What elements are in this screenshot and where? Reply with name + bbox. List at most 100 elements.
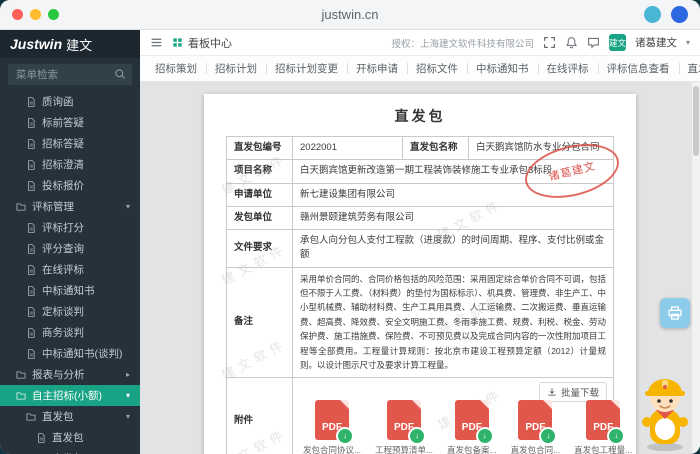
field-value: 承包人向分包人支付工程款（进度款）的时间周期、程序、支付比例或金额 bbox=[293, 230, 614, 268]
pdf-file-icon: PDF↓ bbox=[586, 400, 620, 440]
chevron-down-icon: ▾ bbox=[126, 391, 130, 400]
sidebar-item[interactable]: 评标打分 bbox=[0, 217, 140, 238]
avatar[interactable]: 建文 bbox=[609, 34, 626, 51]
field-value: 白天鹅宾馆更新改造第一期工程装饰装修施工专业承包3标段 bbox=[293, 160, 614, 183]
field-label: 申请单位 bbox=[227, 183, 293, 206]
printer-icon bbox=[667, 305, 683, 321]
download-badge-icon[interactable]: ↓ bbox=[539, 427, 557, 445]
field-label: 备注 bbox=[227, 267, 293, 377]
tab[interactable]: 评标信息查看 bbox=[598, 56, 679, 81]
sidebar-item[interactable]: 评分查询 bbox=[0, 238, 140, 259]
attachment-item[interactable]: PDF↓ 工程预算清单... bbox=[375, 400, 433, 454]
download-badge-icon[interactable]: ↓ bbox=[408, 427, 426, 445]
sidebar-item[interactable]: 投标报价 bbox=[0, 175, 140, 196]
tab[interactable]: 招标计划 bbox=[206, 56, 266, 81]
scrollbar-thumb[interactable] bbox=[693, 86, 699, 156]
menu-search bbox=[8, 64, 132, 85]
field-value: 2022001 bbox=[293, 137, 403, 160]
sidebar-item-label: 招标澄清 bbox=[42, 157, 84, 172]
tab[interactable]: 中标通知书 bbox=[467, 56, 538, 81]
bell-icon[interactable] bbox=[565, 36, 578, 49]
sidebar-item[interactable]: 招标答疑 bbox=[0, 133, 140, 154]
sidebar-item[interactable]: 标前答疑 bbox=[0, 112, 140, 133]
sidebar-group[interactable]: 报表与分析▸ bbox=[0, 364, 140, 385]
sidebar-item-label: 报表与分析 bbox=[32, 367, 85, 382]
attachment-item[interactable]: PDF↓ 直发包备案... bbox=[447, 400, 497, 454]
pdf-file-icon: PDF↓ bbox=[315, 400, 349, 440]
open-tabs-bar: 招标策划 招标计划 招标计划变更 开标申请 招标文件 中标通知书 在线评标 评标… bbox=[140, 56, 700, 82]
sidebar-menu: 质询函 标前答疑 招标答疑 招标澄清 投标报价 评标管理▾ 评标打分 评分查询 … bbox=[0, 91, 140, 454]
sidebar-item-label: 评标打分 bbox=[42, 220, 84, 235]
sidebar-item[interactable]: 招标澄清 bbox=[0, 154, 140, 175]
tab-label: 评标信息查看 bbox=[607, 61, 670, 76]
folder-icon bbox=[26, 412, 36, 422]
close-button[interactable] bbox=[12, 9, 23, 20]
sidebar-item-label: 质询函 bbox=[42, 94, 74, 109]
construction-worker-mascot-icon bbox=[634, 360, 696, 452]
field-label: 直发包编号 bbox=[227, 137, 293, 160]
sidebar-item-label: 中标通知书(谈判) bbox=[42, 346, 123, 361]
sidebar-item-label: 直发包 bbox=[42, 409, 74, 424]
sidebar-item-label: 评标管理 bbox=[32, 199, 74, 214]
dashboard-grid-icon bbox=[172, 37, 183, 48]
doc-icon bbox=[36, 433, 46, 443]
tab-label: 招标策划 bbox=[155, 61, 197, 76]
sidebar-group[interactable]: 评标管理▾ bbox=[0, 196, 140, 217]
browser-extension-icon[interactable] bbox=[644, 6, 661, 23]
table-row: 附件 批量下载 PDF↓ 发包合同协议... bbox=[227, 377, 614, 454]
fullscreen-icon[interactable] bbox=[543, 36, 556, 49]
chevron-down-icon[interactable]: ▾ bbox=[686, 38, 690, 47]
app-logo: Justwin 建文 bbox=[0, 30, 140, 58]
attachment-item[interactable]: PDF↓ 直发包合同... bbox=[511, 400, 561, 454]
zoom-button[interactable] bbox=[48, 9, 59, 20]
field-value: 赣州景颐建筑劳务有限公司 bbox=[293, 206, 614, 229]
tab-label: 招标计划 bbox=[215, 61, 257, 76]
sidebar-group-active[interactable]: 自主招标(小额)▾ bbox=[0, 385, 140, 406]
sidebar-item[interactable]: 定标谈判 bbox=[0, 301, 140, 322]
attachment-item[interactable]: PDF↓ 直发包工程量... bbox=[574, 400, 632, 454]
sidebar-item[interactable]: 直发包 bbox=[0, 448, 140, 454]
sidebar-item[interactable]: 质询函 bbox=[0, 91, 140, 112]
sidebar-item[interactable]: 直发包 bbox=[0, 427, 140, 448]
chat-icon[interactable] bbox=[587, 36, 600, 49]
board-center-tab[interactable]: 看板中心 bbox=[172, 35, 232, 51]
browser-extension-icon[interactable] bbox=[671, 6, 688, 23]
download-badge-icon[interactable]: ↓ bbox=[336, 427, 354, 445]
app-header: 看板中心 授权：上海建文软件科技有限公司 建文 诸葛建文 ▾ bbox=[140, 30, 700, 56]
attachment-label: 直发包备案... bbox=[447, 444, 497, 454]
table-row: 申请单位 新七建设集团有限公司 bbox=[227, 183, 614, 206]
batch-download-button[interactable]: 批量下载 bbox=[539, 382, 607, 402]
sidebar-item-label: 直发包 bbox=[52, 430, 84, 445]
tab[interactable]: 招标计划变更 bbox=[266, 56, 347, 81]
field-label: 项目名称 bbox=[227, 160, 293, 183]
sidebar: Justwin 建文 质询函 标前答疑 招标答疑 招标澄清 投标报价 评标管理▾… bbox=[0, 30, 140, 454]
sidebar-item-label: 在线评标 bbox=[42, 262, 84, 277]
sidebar-group[interactable]: 直发包 ▾ bbox=[0, 406, 140, 427]
sidebar-item-label: 定标谈判 bbox=[42, 304, 84, 319]
print-button[interactable] bbox=[660, 298, 690, 328]
tab[interactable]: 招标文件 bbox=[407, 56, 467, 81]
tab[interactable]: 直发包 bbox=[679, 56, 700, 81]
attachment-item[interactable]: PDF↓ 发包合同协议... bbox=[303, 400, 361, 454]
field-label: 发包单位 bbox=[227, 206, 293, 229]
attachment-label: 直发包工程量... bbox=[574, 444, 632, 454]
download-badge-icon[interactable]: ↓ bbox=[476, 427, 494, 445]
browser-actions bbox=[644, 6, 688, 23]
sidebar-item[interactable]: 在线评标 bbox=[0, 259, 140, 280]
doc-icon bbox=[26, 286, 36, 296]
tab[interactable]: 在线评标 bbox=[538, 56, 598, 81]
tab[interactable]: 开标申请 bbox=[347, 56, 407, 81]
document-title: 直发包 bbox=[226, 106, 614, 126]
attachments-cell: 批量下载 PDF↓ 发包合同协议... PDF↓ 工程预算 bbox=[293, 377, 614, 454]
tab[interactable]: 招标策划 bbox=[146, 56, 206, 81]
mascot-assistant[interactable] bbox=[634, 360, 696, 452]
username[interactable]: 诸葛建文 bbox=[635, 35, 677, 50]
sidebar-item[interactable]: 中标通知书 bbox=[0, 280, 140, 301]
sidebar-item[interactable]: 中标通知书(谈判) bbox=[0, 343, 140, 364]
field-label: 附件 bbox=[227, 377, 293, 454]
hamburger-menu-icon[interactable] bbox=[150, 36, 163, 49]
sidebar-item[interactable]: 商务谈判 bbox=[0, 322, 140, 343]
minimize-button[interactable] bbox=[30, 9, 41, 20]
download-badge-icon[interactable]: ↓ bbox=[607, 427, 625, 445]
chevron-down-icon: ▾ bbox=[126, 412, 130, 421]
